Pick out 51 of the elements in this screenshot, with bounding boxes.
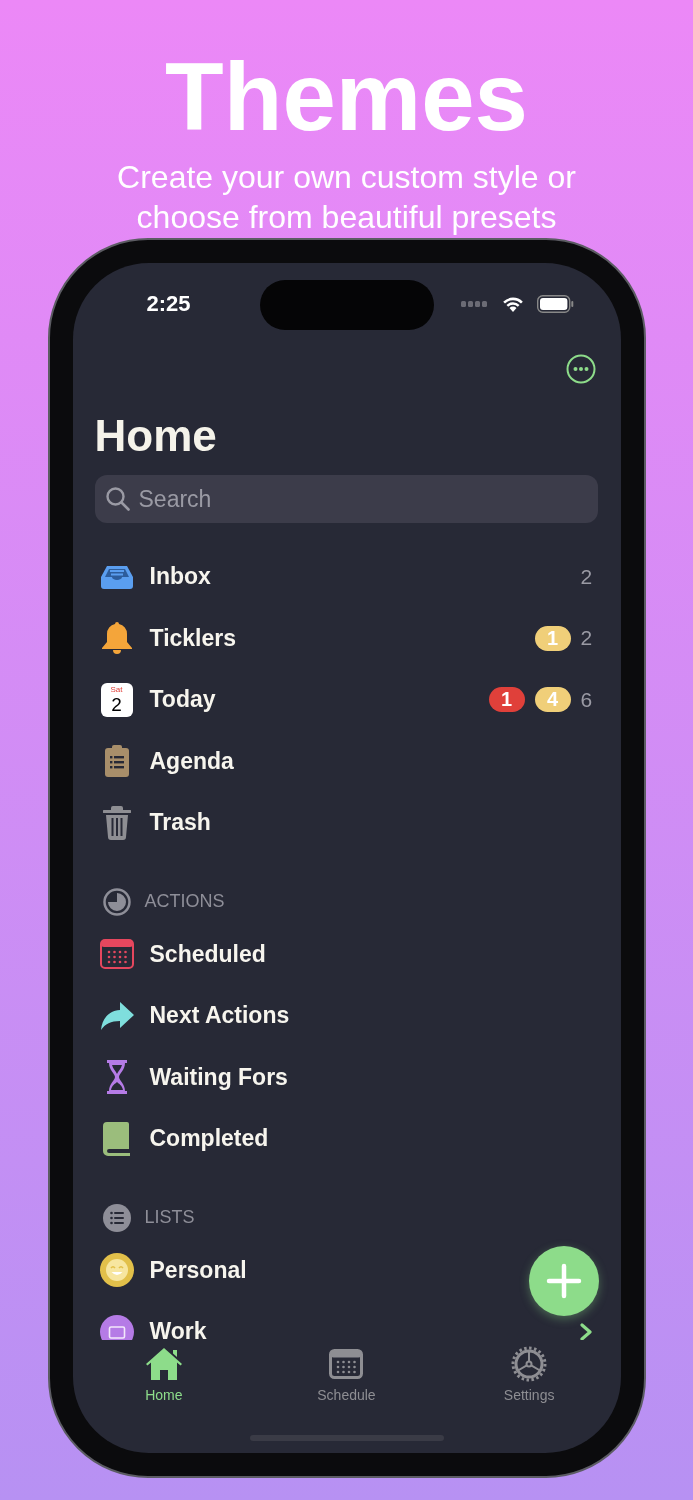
page-title: Home [94, 410, 218, 462]
list-item[interactable]: Agenda [149, 747, 234, 775]
day-number: 2 [111, 694, 122, 715]
list-item[interactable]: Scheduled [149, 940, 266, 968]
plus-icon [545, 1263, 582, 1299]
trash-icon [102, 805, 131, 840]
battery-icon [536, 295, 574, 313]
section-header: LISTS [144, 1207, 195, 1228]
signal-icon [460, 300, 489, 308]
pie-icon [102, 887, 131, 916]
tab-item[interactable]: Schedule [276, 1346, 417, 1404]
list-item[interactable]: Completed [149, 1125, 269, 1153]
list-item[interactable]: Next Actions [149, 1002, 290, 1030]
promo-subtitle: Create your own custom style or choose from beautiful presets [116, 158, 577, 237]
count-badge: 1 [534, 625, 571, 651]
search-icon [104, 486, 131, 512]
search-input[interactable]: Search [138, 485, 588, 513]
list-item[interactable]: Personal [149, 1256, 247, 1284]
settings-icon [511, 1346, 548, 1382]
list-icon [102, 1203, 131, 1232]
status-time: 2:25 [146, 291, 191, 317]
more-button[interactable] [565, 354, 596, 384]
section-header: ACTIONS [144, 891, 225, 912]
promo-title: Themes [165, 49, 528, 145]
list-item[interactable]: Work [149, 1318, 207, 1340]
item-count: 2 [580, 564, 593, 589]
hourglass-icon [105, 1060, 128, 1095]
list-item[interactable]: Inbox [149, 563, 211, 591]
item-count: 2 [580, 626, 593, 651]
tab-item[interactable]: Settings [459, 1346, 600, 1404]
weekday-text: Sat [110, 684, 123, 695]
tab-item[interactable]: Home [93, 1346, 234, 1404]
calendar-icon [329, 1346, 364, 1382]
list-item[interactable]: Today [149, 686, 216, 714]
inbox-tray-icon [99, 563, 134, 590]
calendar-icon [99, 939, 134, 970]
clipboard-icon [104, 745, 129, 778]
smiley-icon [99, 1253, 134, 1288]
search-bar[interactable]: Search [94, 475, 598, 523]
chevron-icon[interactable] [578, 1321, 593, 1340]
book-icon [102, 1121, 131, 1156]
item-count: 6 [580, 687, 593, 712]
folder-icon [99, 1314, 134, 1340]
bell-icon [100, 621, 133, 656]
arrow-icon [99, 1000, 134, 1031]
list-item[interactable]: Ticklers [149, 624, 237, 652]
list-item[interactable]: Waiting Fors [149, 1063, 288, 1091]
count-badge: 4 [534, 687, 571, 713]
list-item[interactable]: Trash [149, 809, 211, 837]
count-badge: 1 [488, 687, 525, 713]
add-button[interactable] [528, 1246, 599, 1316]
